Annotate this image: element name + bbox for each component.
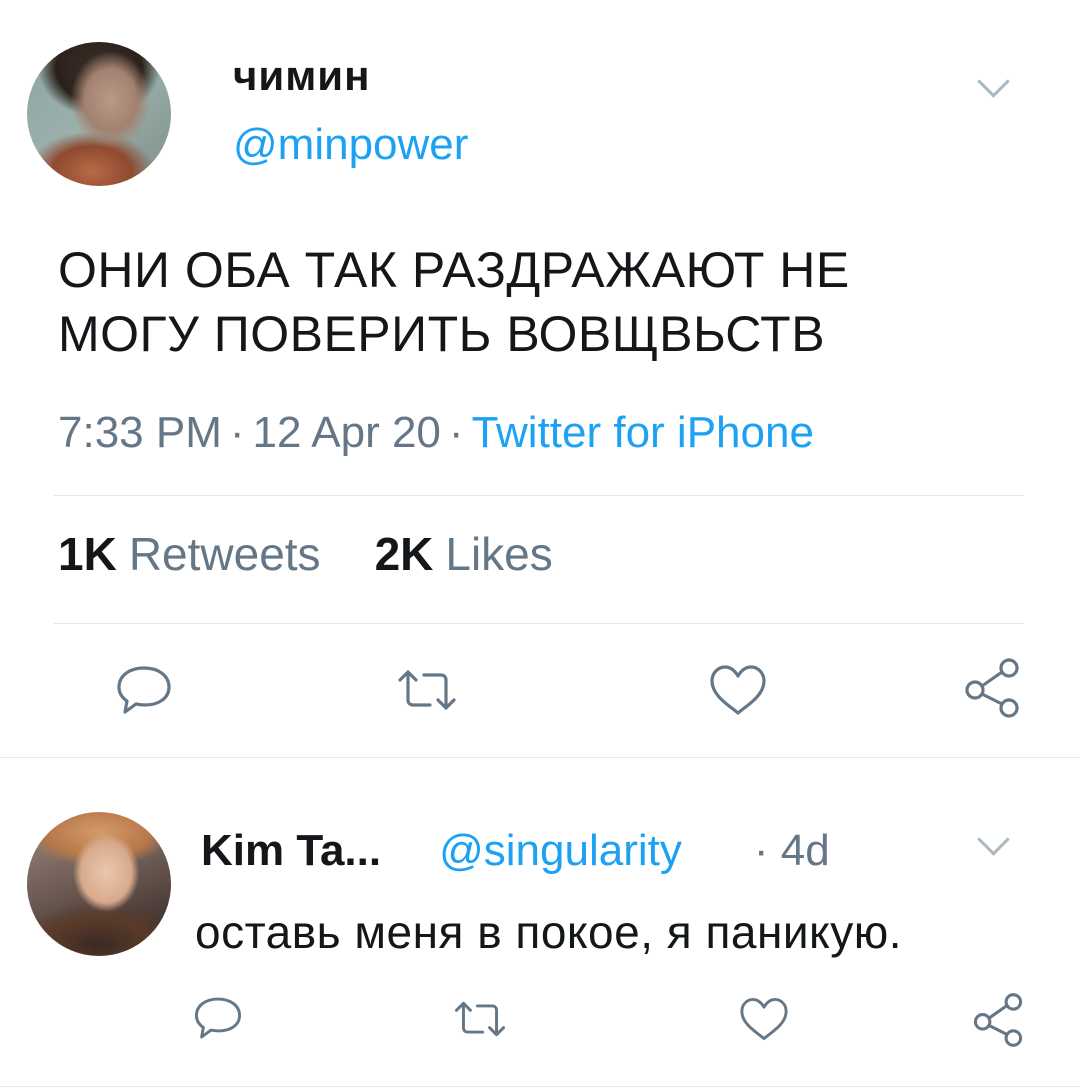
reply-retweet-button[interactable] [452, 994, 508, 1044]
reply-icon [117, 666, 171, 714]
reply-like-button[interactable] [736, 994, 792, 1044]
reply-text: оставь меня в покое, я паникую. [195, 906, 902, 958]
reply-time: · 4d [753, 826, 830, 875]
divider [54, 495, 1024, 496]
reply-icon [194, 997, 242, 1039]
share-button[interactable] [960, 655, 1024, 721]
tweet-detail-page: чимин @minpower ОНИ ОБА ТАК РАЗДРАЖАЮТ Н… [0, 0, 1080, 1090]
reply-button[interactable] [112, 660, 176, 720]
tweet-time: 7:33 PM [58, 408, 222, 457]
tweet-source-link[interactable]: Twitter for iPhone [472, 408, 814, 457]
likes-stat[interactable]: 2K Likes [375, 528, 553, 580]
share-icon [965, 658, 1019, 718]
likes-label: Likes [445, 528, 553, 580]
heart-icon [710, 665, 766, 715]
chevron-down-icon[interactable] [977, 65, 1010, 98]
share-icon [973, 993, 1023, 1047]
retweet-icon [398, 670, 456, 710]
divider [54, 623, 1024, 624]
meta-separator: · [229, 408, 245, 457]
meta-separator: · [448, 408, 464, 457]
reply-author-avatar[interactable] [27, 812, 171, 956]
like-button[interactable] [706, 662, 770, 718]
reply-reply-button[interactable] [190, 992, 246, 1044]
reply-author-name[interactable]: Kim Ta... [201, 826, 381, 875]
likes-count: 2K [374, 528, 434, 580]
tweet-text-line: МОГУ ПОВЕРИТЬ ВОВЩВЬСТВ [58, 306, 826, 362]
tweet-text-line: ОНИ ОБА ТАК РАЗДРАЖАЮТ НЕ [58, 242, 850, 298]
reply-header: Kim Ta... @singularity · 4d [201, 826, 830, 876]
tweet-text: ОНИ ОБА ТАК РАЗДРАЖАЮТ НЕ МОГУ ПОВЕРИТЬ … [58, 238, 1038, 366]
author-handle[interactable]: @minpower [233, 120, 468, 170]
retweet-icon [455, 1001, 505, 1037]
tweet-date: 12 Apr 20 [252, 408, 441, 457]
retweet-button[interactable] [395, 662, 459, 718]
reply-author-handle[interactable]: @singularity [439, 826, 682, 875]
retweets-count: 1K [58, 528, 117, 580]
author-name[interactable]: чимин [233, 52, 370, 100]
author-avatar[interactable] [27, 42, 171, 186]
tweet-meta: 7:33 PM · 12 Apr 20 · Twitter for iPhone [58, 408, 814, 458]
retweets-stat[interactable]: 1K Retweets [58, 528, 321, 580]
reply-share-button[interactable] [968, 990, 1028, 1050]
section-divider [0, 1086, 1080, 1087]
section-divider [0, 757, 1080, 758]
tweet-stats: 1K Retweets 2K Likes [58, 527, 553, 581]
retweets-label: Retweets [128, 528, 321, 580]
heart-icon [740, 997, 788, 1041]
chevron-down-icon[interactable] [977, 823, 1010, 856]
